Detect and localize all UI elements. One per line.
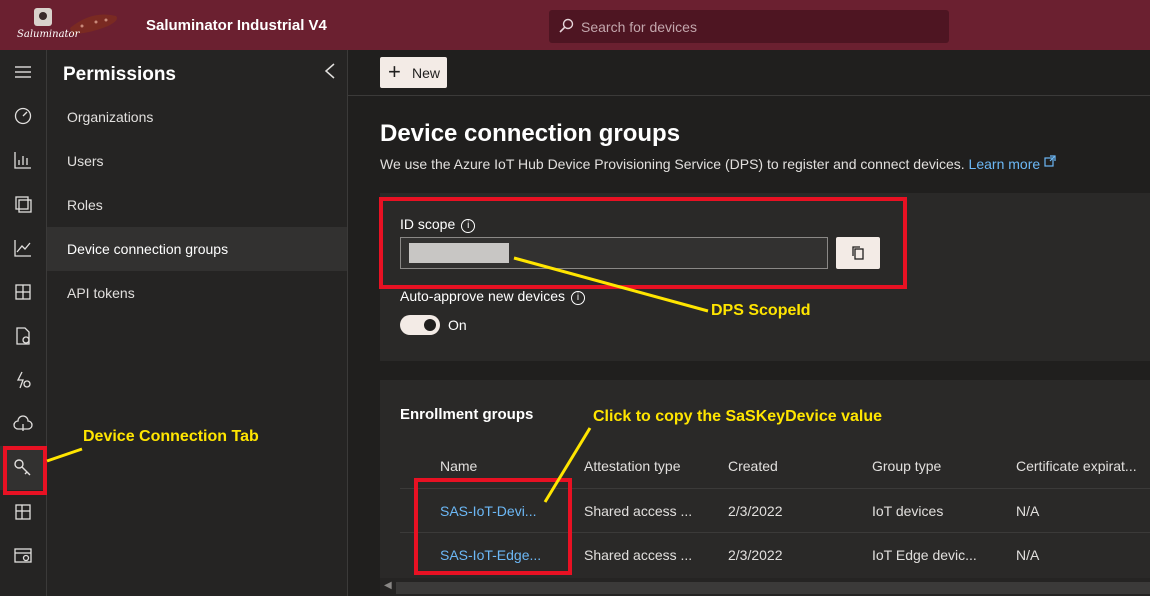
annotation-box-id-scope: [379, 197, 907, 289]
annotation-device-tab: Device Connection Tab: [83, 428, 259, 445]
command-bar: + New: [348, 50, 1150, 96]
dashboard-icon[interactable]: [0, 94, 47, 138]
rules-icon[interactable]: [0, 358, 47, 402]
page-title: Device connection groups: [380, 120, 681, 147]
search-placeholder: Search for devices: [581, 19, 697, 35]
annotation-dps-scope: DPS ScopeId: [711, 302, 811, 319]
toggle-state-label: On: [448, 317, 467, 333]
nav-item-organizations[interactable]: Organizations: [47, 95, 347, 139]
annotation-copy-hint: Click to copy the SaSKeyDevice value: [593, 408, 883, 425]
jobs-icon[interactable]: [0, 314, 47, 358]
learn-more-link[interactable]: Learn more: [968, 155, 1056, 172]
attestation-cell: Shared access ...: [584, 547, 693, 563]
data-export-icon[interactable]: [0, 402, 47, 446]
admin-icon[interactable]: [0, 534, 47, 578]
external-link-icon: [1044, 155, 1056, 167]
group-type-cell: IoT Edge devic...: [872, 547, 977, 563]
info-icon[interactable]: i: [571, 291, 585, 305]
device-search[interactable]: Search for devices: [549, 10, 949, 43]
new-button-label: New: [412, 65, 441, 81]
group-type-cell: IoT devices: [872, 503, 944, 519]
panel-title: Permissions: [63, 64, 176, 85]
horizontal-scrollbar[interactable]: ◀: [380, 578, 1150, 596]
toggle-knob: [424, 319, 436, 331]
permissions-panel: Permissions Organizations Users Roles De…: [47, 50, 348, 596]
subtitle-text: We use the Azure IoT Hub Device Provisio…: [380, 156, 965, 172]
top-bar: Saluminator Saluminator Industrial V4 Se…: [0, 0, 1150, 50]
nav-item-device-connection-groups[interactable]: Device connection groups: [47, 227, 347, 271]
page-subtitle: We use the Azure IoT Hub Device Provisio…: [380, 155, 1056, 172]
auto-approve-toggle[interactable]: [400, 315, 440, 335]
chart-icon[interactable]: [0, 226, 47, 270]
new-button[interactable]: + New: [380, 57, 447, 88]
left-rail: [0, 50, 47, 596]
menu-icon[interactable]: [0, 50, 47, 94]
column-header-attestation[interactable]: Attestation type: [584, 458, 681, 474]
column-header-name[interactable]: Name: [440, 458, 477, 474]
plus-icon: +: [388, 59, 401, 84]
app-title: Saluminator Industrial V4: [146, 17, 327, 34]
annotation-box-device-tab: [3, 446, 47, 495]
attestation-cell: Shared access ...: [584, 503, 693, 519]
column-header-group-type[interactable]: Group type: [872, 458, 941, 474]
devices-icon[interactable]: [0, 182, 47, 226]
apps-icon[interactable]: [0, 490, 47, 534]
collapse-chevron-icon[interactable]: [323, 62, 337, 80]
certificate-cell: N/A: [1016, 503, 1040, 519]
logo-text: Saluminator: [17, 29, 80, 40]
templates-icon[interactable]: [0, 270, 47, 314]
annotation-box-enrollment-names: [414, 478, 572, 575]
certificate-cell: N/A: [1016, 547, 1040, 563]
created-cell: 2/3/2022: [728, 547, 783, 563]
created-cell: 2/3/2022: [728, 503, 783, 519]
scrollbar-thumb[interactable]: [396, 582, 1150, 594]
analytics-icon[interactable]: [0, 138, 47, 182]
auto-approve-text: Auto-approve new devices: [400, 288, 565, 304]
scroll-left-icon[interactable]: ◀: [384, 580, 392, 591]
app-logo[interactable]: Saluminator: [12, 6, 124, 46]
auto-approve-label: Auto-approve new devices i: [400, 288, 585, 305]
enrollment-groups-title: Enrollment groups: [400, 406, 534, 423]
column-header-certificate[interactable]: Certificate expirat...: [1016, 458, 1137, 474]
search-icon: [559, 18, 574, 33]
nav-item-users[interactable]: Users: [47, 139, 347, 183]
nav-item-roles[interactable]: Roles: [47, 183, 347, 227]
learn-more-label: Learn more: [968, 156, 1041, 172]
nav-item-api-tokens[interactable]: API tokens: [47, 271, 347, 315]
column-header-created[interactable]: Created: [728, 458, 778, 474]
